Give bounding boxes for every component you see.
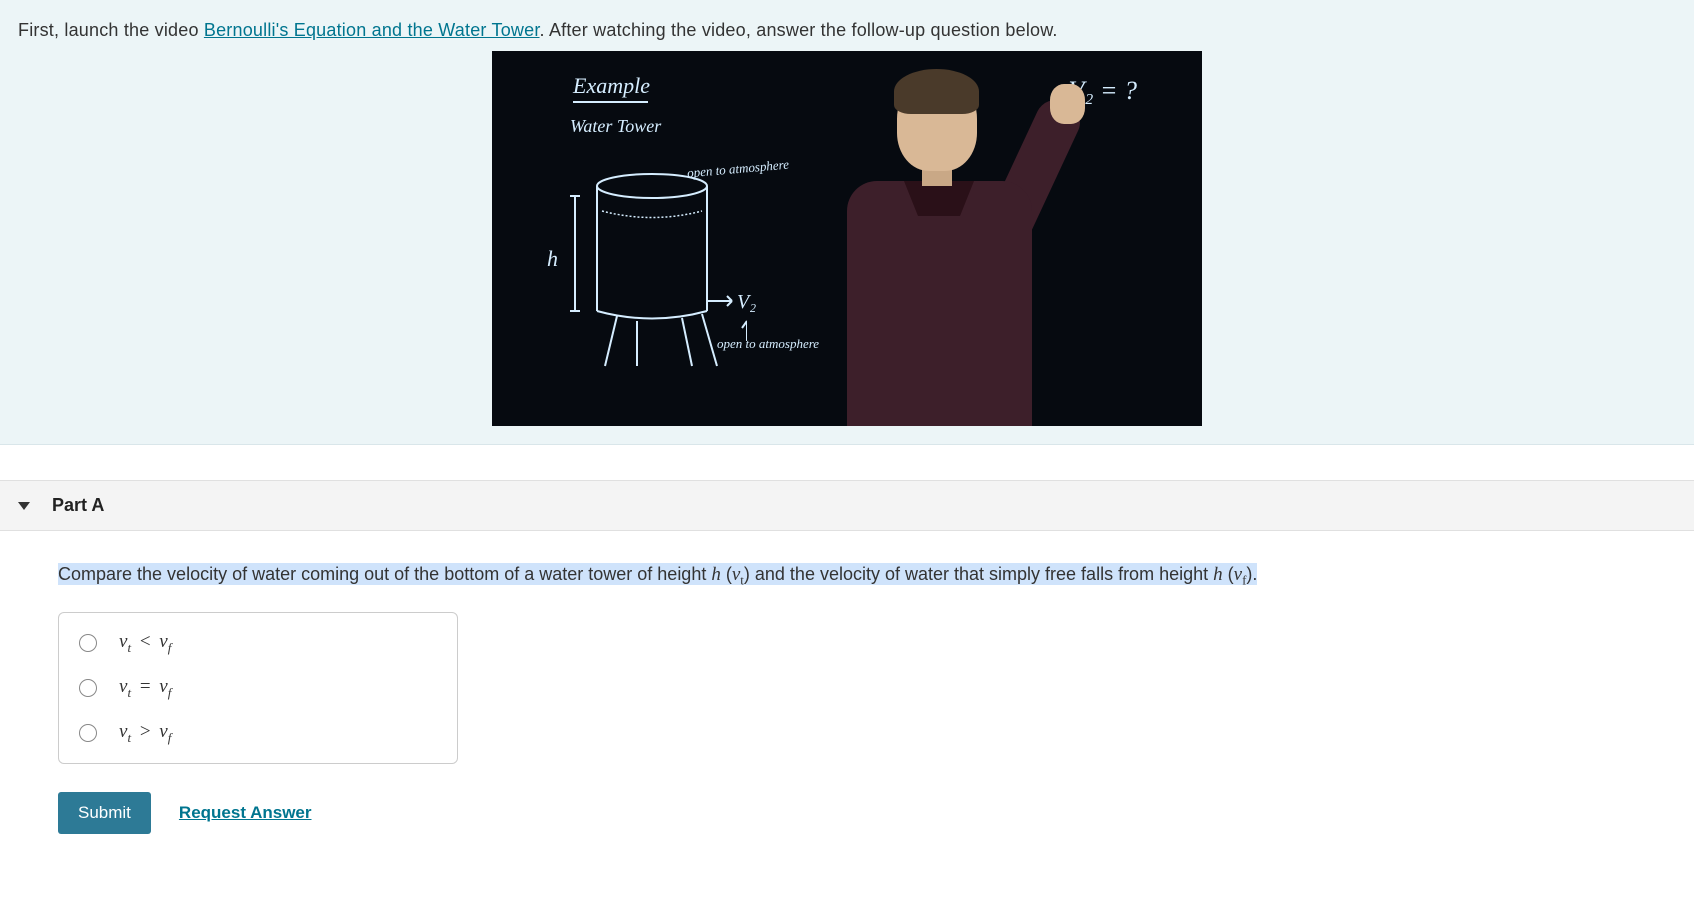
o2-ls: t bbox=[127, 685, 131, 700]
intro-section: First, launch the video Bernoulli's Equa… bbox=[0, 0, 1694, 445]
o1-op: < bbox=[136, 631, 155, 652]
request-answer-link[interactable]: Request Answer bbox=[179, 803, 312, 823]
option-3-math: vt > vf bbox=[119, 721, 171, 746]
o3-rs: f bbox=[168, 729, 172, 744]
option-1-math: vt < vf bbox=[119, 631, 171, 656]
radio-icon[interactable] bbox=[79, 679, 97, 697]
intro-suffix: . After watching the video, answer the f… bbox=[540, 20, 1058, 40]
submit-button[interactable]: Submit bbox=[58, 792, 151, 834]
options-box: vt < vf vt = vf vt > vf bbox=[58, 612, 458, 764]
tank-drawing bbox=[537, 166, 747, 396]
option-2-math: vt = vf bbox=[119, 676, 171, 701]
question-body: Compare the velocity of water coming out… bbox=[0, 531, 1694, 864]
part-header: Part A bbox=[0, 480, 1694, 531]
o2-rv: v bbox=[159, 676, 167, 697]
q-seg2: ( bbox=[721, 564, 732, 584]
o2-op: = bbox=[136, 676, 155, 697]
q-seg5: ). bbox=[1246, 564, 1257, 584]
q-seg1: Compare the velocity of water coming out… bbox=[58, 564, 711, 584]
option-1[interactable]: vt < vf bbox=[59, 621, 457, 666]
collapse-caret-icon[interactable] bbox=[18, 502, 30, 510]
video-thumb-container: Example Water Tower open to atmosphere h… bbox=[18, 51, 1676, 426]
option-2[interactable]: vt = vf bbox=[59, 666, 457, 711]
q-h1: h bbox=[711, 564, 721, 585]
q-seg3: ) and the velocity of water that simply … bbox=[744, 564, 1213, 584]
board-title-underline bbox=[573, 101, 648, 103]
spacer bbox=[0, 445, 1694, 480]
o1-ls: t bbox=[127, 640, 131, 655]
radio-icon[interactable] bbox=[79, 634, 97, 652]
o1-rv: v bbox=[159, 631, 167, 652]
q-vf-var: v bbox=[1234, 564, 1242, 585]
o1-rs: f bbox=[168, 640, 172, 655]
intro-prefix: First, launch the video bbox=[18, 20, 204, 40]
q-h2: h bbox=[1213, 564, 1223, 585]
q-seg4: ( bbox=[1223, 564, 1234, 584]
instructor-figure bbox=[837, 66, 1067, 426]
part-title: Part A bbox=[52, 495, 104, 516]
actions-row: Submit Request Answer bbox=[58, 792, 1636, 834]
radio-icon[interactable] bbox=[79, 724, 97, 742]
option-3[interactable]: vt > vf bbox=[59, 711, 457, 756]
o2-rs: f bbox=[168, 685, 172, 700]
question-text: Compare the velocity of water coming out… bbox=[58, 563, 1257, 585]
o3-rv: v bbox=[159, 721, 167, 742]
video-thumbnail[interactable]: Example Water Tower open to atmosphere h… bbox=[492, 51, 1202, 426]
board-title: Example bbox=[573, 73, 650, 99]
video-link[interactable]: Bernoulli's Equation and the Water Tower bbox=[204, 20, 540, 40]
o3-op: > bbox=[136, 721, 155, 742]
o3-ls: t bbox=[127, 729, 131, 744]
intro-text: First, launch the video Bernoulli's Equa… bbox=[18, 20, 1676, 41]
board-subtitle: Water Tower bbox=[570, 116, 661, 137]
